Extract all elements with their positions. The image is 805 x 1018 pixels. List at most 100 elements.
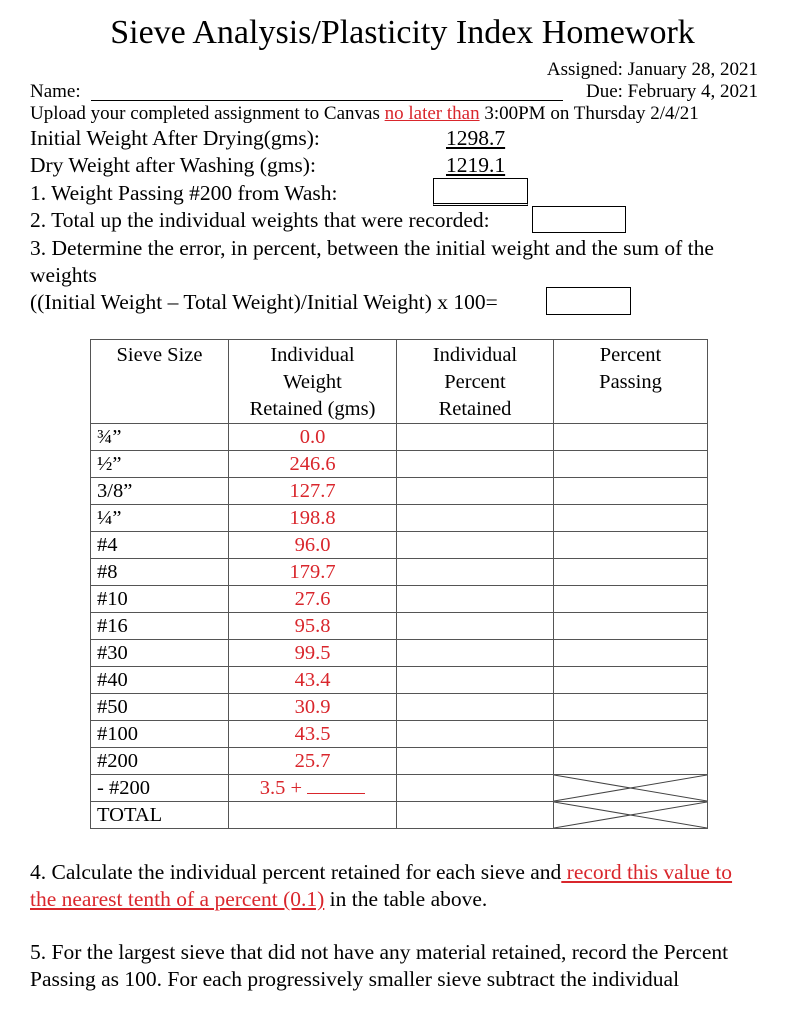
question-2: 2. Total up the individual weights that …: [30, 208, 490, 232]
sieve-size-cell: #10: [90, 585, 229, 613]
weight-retained-cell: 127.7: [228, 477, 397, 505]
sieve-size-cell: #30: [90, 639, 229, 667]
weight-retained-cell: 96.0: [228, 531, 397, 559]
question-4-line2: the nearest tenth of a percent (0.1) in …: [30, 887, 488, 911]
total-weight-cell[interactable]: [228, 801, 397, 829]
dry-weight-label: Dry Weight after Washing (gms):: [30, 153, 316, 177]
percent-retained-cell[interactable]: [396, 531, 554, 559]
upload-suffix: 3:00PM on Thursday 2/4/21: [479, 103, 699, 124]
percent-passing-cell[interactable]: [553, 585, 708, 613]
percent-retained-cell[interactable]: [396, 450, 554, 478]
assigned-date: Assigned: January 28, 2021: [546, 59, 758, 80]
percent-passing-cell[interactable]: [553, 747, 708, 775]
sieve-size-cell: ½”: [90, 450, 229, 478]
weight-retained-cell: 99.5: [228, 639, 397, 667]
question-5-line1: 5. For the largest sieve that did not ha…: [30, 940, 729, 964]
percent-passing-cell[interactable]: [553, 423, 708, 451]
weight-retained-cell: 25.7: [228, 747, 397, 775]
table-row: #200 25.7: [90, 747, 708, 775]
percent-retained-cell[interactable]: [396, 423, 554, 451]
crossed-out-cell: [553, 774, 708, 802]
question-4-line1: 4. Calculate the individual percent reta…: [30, 860, 733, 884]
sieve-size-cell: #100: [90, 720, 229, 748]
sieve-table: Sieve Size Individual Weight Retained (gms…: [90, 339, 708, 829]
weight-retained-cell: 30.9: [228, 693, 397, 721]
table-row-pan: - #200 3.5 +: [90, 774, 708, 802]
percent-retained-cell[interactable]: [396, 558, 554, 586]
table-header-row: Sieve Size Individual Weight Retained (gms…: [90, 339, 708, 424]
percent-passing-cell[interactable]: [553, 720, 708, 748]
percent-passing-cell[interactable]: [553, 531, 708, 559]
weight-retained-cell: 43.4: [228, 666, 397, 694]
table-row: ½” 246.6: [90, 450, 708, 478]
weight-retained-cell: 246.6: [228, 450, 397, 478]
header-percent-retained: Individual Percent Retained: [396, 339, 554, 424]
percent-passing-cell[interactable]: [553, 666, 708, 694]
weight-retained-cell: 179.7: [228, 558, 397, 586]
question-3-line2: weights: [30, 263, 97, 287]
sieve-size-cell: - #200: [90, 774, 229, 802]
table-row: #40 43.4: [90, 666, 708, 694]
table-row: #16 95.8: [90, 612, 708, 640]
q4-highlight: record this value to: [561, 860, 733, 884]
table-row: #100 43.5: [90, 720, 708, 748]
q4-highlight: the nearest tenth of a percent (0.1): [30, 887, 325, 911]
header-weight-retained: Individual Weight Retained (gms): [228, 339, 397, 424]
header-percent-passing: Percent Passing: [553, 339, 708, 424]
deadline-highlight: no later than: [384, 103, 480, 124]
sieve-size-cell: #8: [90, 558, 229, 586]
header-sieve-size: Sieve Size: [90, 339, 229, 424]
weight-cell[interactable]: 3.5 +: [228, 774, 397, 802]
percent-retained-cell[interactable]: [396, 504, 554, 532]
question-1: 1. Weight Passing #200 from Wash:: [30, 181, 338, 205]
initial-weight-value: 1298.7: [446, 126, 506, 150]
table-row: #10 27.6: [90, 585, 708, 613]
percent-passing-cell[interactable]: [553, 558, 708, 586]
percent-retained-cell[interactable]: [396, 774, 554, 802]
sieve-size-cell: #16: [90, 612, 229, 640]
upload-instructions: Upload your completed assignment to Canv…: [30, 103, 699, 125]
table-row: #8 179.7: [90, 558, 708, 586]
sieve-size-cell: #40: [90, 666, 229, 694]
due-date: Due: February 4, 2021: [585, 81, 758, 102]
table-row: #4 96.0: [90, 531, 708, 559]
percent-passing-cell[interactable]: [553, 639, 708, 667]
name-field[interactable]: [91, 100, 563, 101]
weight-retained-cell: 0.0: [228, 423, 397, 451]
percent-retained-cell[interactable]: [396, 639, 554, 667]
question-5-line2: Passing as 100. For each progressively s…: [30, 967, 680, 991]
sieve-size-cell: 3/8”: [90, 477, 229, 505]
percent-passing-cell[interactable]: [553, 477, 708, 505]
crossed-out-cell: [553, 801, 708, 829]
table-row: 3/8” 127.7: [90, 477, 708, 505]
table-row-total: TOTAL: [90, 801, 708, 829]
sieve-size-cell: #4: [90, 531, 229, 559]
weight-retained-cell: 95.8: [228, 612, 397, 640]
percent-passing-cell[interactable]: [553, 612, 708, 640]
page-title: Sieve Analysis/Plasticity Index Homework: [110, 14, 695, 51]
q2-answer-box[interactable]: [532, 206, 626, 233]
sieve-size-cell: ¾”: [90, 423, 229, 451]
percent-retained-cell[interactable]: [396, 720, 554, 748]
question-3-formula: ((Initial Weight – Total Weight)/Initial…: [30, 290, 498, 314]
percent-retained-cell[interactable]: [396, 666, 554, 694]
weight-retained-cell: 198.8: [228, 504, 397, 532]
percent-retained-cell[interactable]: [396, 585, 554, 613]
percent-retained-cell[interactable]: [396, 612, 554, 640]
percent-passing-cell[interactable]: [553, 504, 708, 532]
sieve-size-cell: #50: [90, 693, 229, 721]
weight-retained-cell: 43.5: [228, 720, 397, 748]
percent-passing-cell[interactable]: [553, 693, 708, 721]
percent-retained-cell[interactable]: [396, 477, 554, 505]
initial-weight-label: Initial Weight After Drying(gms):: [30, 126, 320, 150]
percent-retained-cell[interactable]: [396, 693, 554, 721]
total-percent-cell[interactable]: [396, 801, 554, 829]
dry-weight-value: 1219.1: [446, 153, 506, 177]
percent-passing-cell[interactable]: [553, 450, 708, 478]
q3-answer-box[interactable]: [546, 287, 631, 315]
q1-answer-box[interactable]: [433, 178, 528, 206]
percent-retained-cell[interactable]: [396, 747, 554, 775]
weight-retained-cell: 27.6: [228, 585, 397, 613]
question-3-line1: 3. Determine the error, in percent, betw…: [30, 236, 714, 260]
pan-weight-blank[interactable]: [307, 775, 366, 794]
